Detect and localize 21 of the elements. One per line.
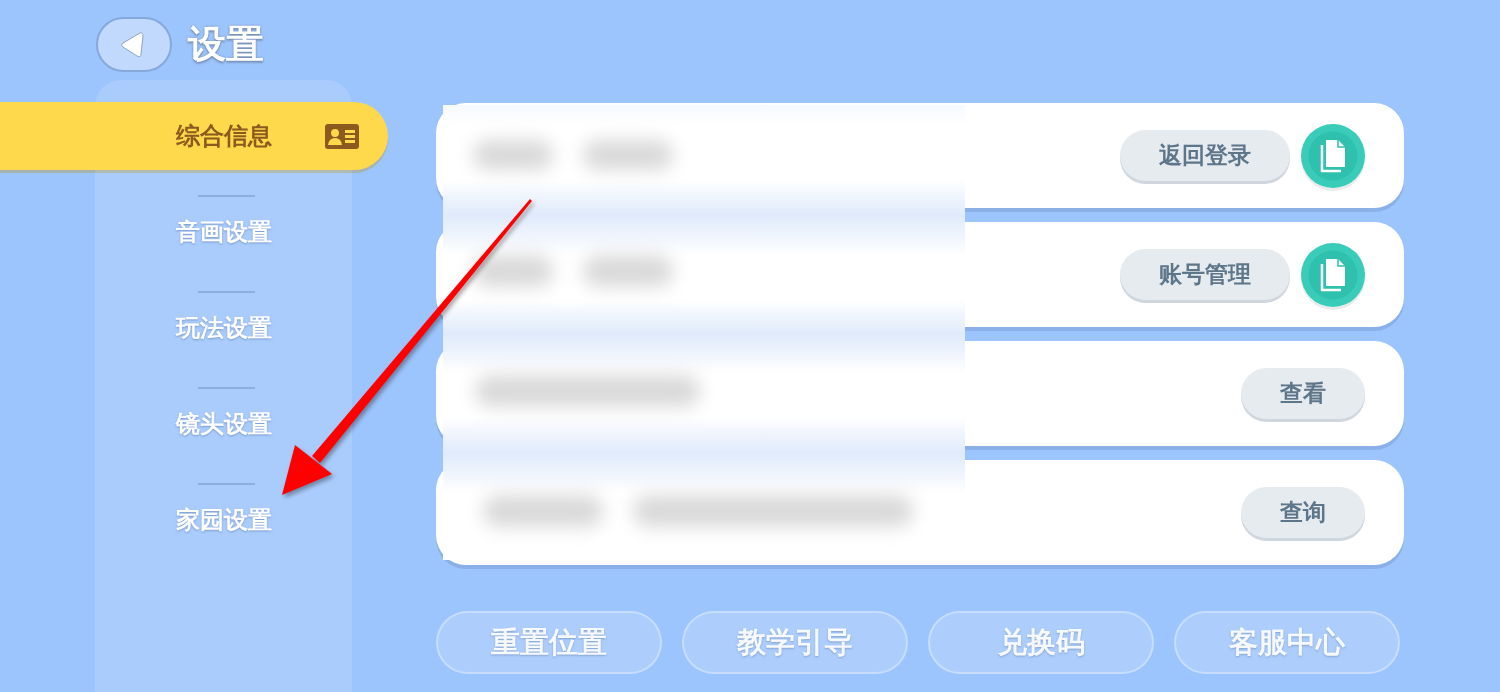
action-button[interactable]: 查询 bbox=[1241, 487, 1365, 538]
sidebar-tab[interactable]: 家园设置 bbox=[95, 486, 352, 554]
left-triangle-icon bbox=[120, 30, 144, 59]
menu-button[interactable]: 教学引导 bbox=[682, 611, 908, 674]
page-title: 设置 bbox=[188, 23, 264, 66]
copy-button[interactable] bbox=[1301, 242, 1365, 307]
copy-icon bbox=[1319, 257, 1347, 292]
back-button[interactable] bbox=[96, 17, 172, 72]
id-card-icon bbox=[325, 124, 359, 149]
action-button[interactable]: 返回登录 bbox=[1120, 130, 1290, 181]
menu-button[interactable]: 客服中心 bbox=[1174, 611, 1400, 674]
sidebar-tab[interactable]: 音画设置 bbox=[95, 198, 352, 266]
sidebar-tab[interactable]: 镜头设置 bbox=[95, 390, 352, 458]
sidebar-tab[interactable]: 综合信息 bbox=[0, 102, 388, 170]
menu-button[interactable]: 重置位置 bbox=[436, 611, 662, 674]
action-button[interactable]: 账号管理 bbox=[1120, 249, 1290, 300]
copy-icon bbox=[1319, 138, 1347, 173]
sidebar-tab[interactable]: 玩法设置 bbox=[95, 294, 352, 362]
menu-button[interactable]: 兑换码 bbox=[928, 611, 1154, 674]
copy-button[interactable] bbox=[1301, 123, 1365, 188]
action-button[interactable]: 查看 bbox=[1241, 368, 1365, 419]
